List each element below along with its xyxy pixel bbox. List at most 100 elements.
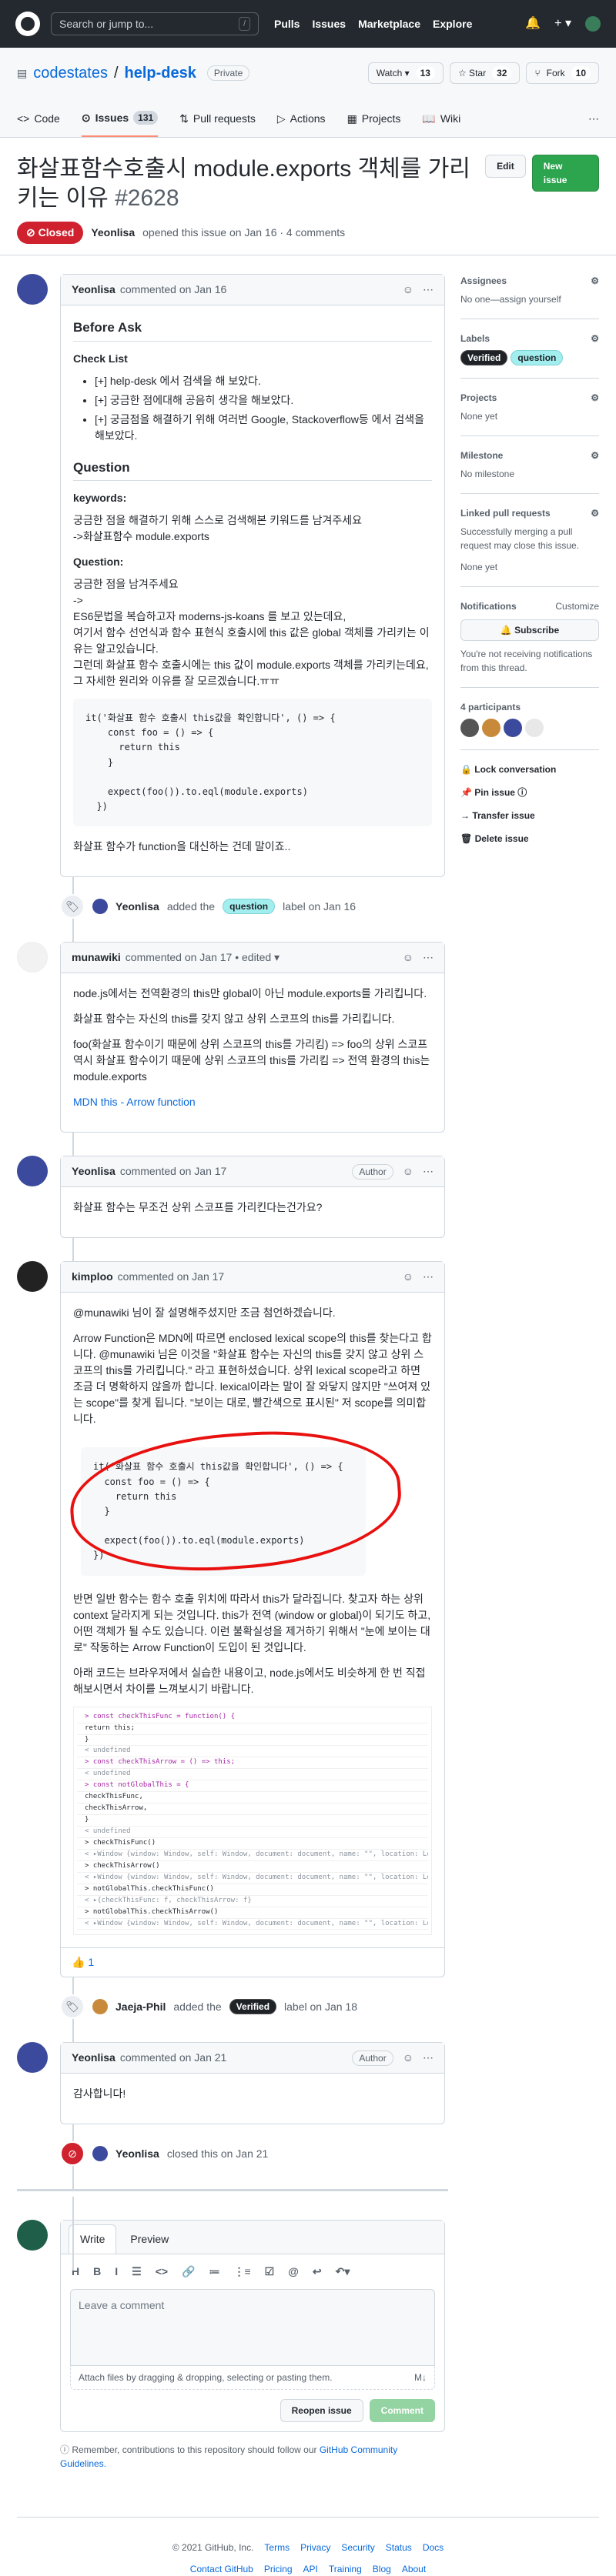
gear-icon[interactable]: ⚙ [591, 274, 599, 288]
tab-pull-requests[interactable]: ⇅ Pull requests [179, 100, 256, 137]
comment-textarea[interactable]: Leave a comment [70, 2289, 435, 2367]
event-actor[interactable]: Jaeja-Phil [116, 1999, 166, 2015]
ordered-list-icon[interactable]: ⋮≡ [234, 2264, 251, 2280]
nav-pulls[interactable]: Pulls [274, 16, 300, 32]
add-reaction-icon[interactable]: ☺ [403, 282, 413, 298]
fork-button[interactable]: ⑂ Fork 10 [526, 62, 599, 84]
kebab-menu-icon[interactable]: ⋯ [423, 949, 434, 966]
footer-link-training[interactable]: Training [329, 2562, 362, 2576]
tab-projects[interactable]: ▦ Projects [347, 100, 401, 137]
code-icon[interactable]: <> [156, 2264, 168, 2280]
comment-author[interactable]: Yeonlisa [72, 282, 116, 298]
delete-issue-button[interactable]: 🗑 Delete issue [460, 832, 599, 846]
avatar[interactable] [92, 1999, 108, 2015]
gear-icon[interactable]: ⚙ [591, 506, 599, 520]
attach-files-area[interactable]: Attach files by dragging & dropping, sel… [70, 2366, 435, 2391]
label-question[interactable]: question [511, 350, 564, 365]
footer-link-terms[interactable]: Terms [264, 2541, 290, 2554]
watch-button[interactable]: Watch ▾ 13 [367, 62, 444, 84]
avatar[interactable] [525, 719, 544, 737]
avatar[interactable] [17, 942, 48, 973]
label-verified[interactable]: Verified [460, 350, 508, 365]
sidebar-heading[interactable]: Labels [460, 332, 490, 345]
tab-code[interactable]: <> Code [17, 100, 60, 137]
fork-count[interactable]: 10 [571, 66, 591, 80]
thumbs-up-reaction[interactable]: 👍 1 [61, 1947, 444, 1977]
comment-author[interactable]: munawiki [72, 949, 121, 966]
nav-issues[interactable]: Issues [312, 16, 346, 32]
avatar[interactable] [17, 2220, 48, 2251]
github-logo-icon[interactable] [15, 12, 40, 36]
mdn-link[interactable]: MDN this - Arrow function [73, 1094, 432, 1110]
footer-link-security[interactable]: Security [341, 2541, 374, 2554]
transfer-issue-button[interactable]: → Transfer issue [460, 809, 599, 823]
comment-timestamp[interactable]: commented on Jan 17 [118, 1269, 225, 1285]
sidebar-heading[interactable]: Projects [460, 391, 497, 405]
nav-marketplace[interactable]: Marketplace [358, 16, 420, 32]
label-verified[interactable]: Verified [229, 1999, 277, 2015]
footer-link-api[interactable]: API [303, 2562, 318, 2576]
gear-icon[interactable]: ⚙ [591, 391, 599, 405]
avatar[interactable] [17, 274, 48, 305]
italic-icon[interactable]: I [115, 2264, 118, 2280]
footer-link-blog[interactable]: Blog [373, 2562, 391, 2576]
add-reaction-icon[interactable]: ☺ [403, 949, 413, 966]
avatar[interactable] [482, 719, 500, 737]
comment-timestamp[interactable]: commented on Jan 16 [120, 282, 227, 298]
tab-issues[interactable]: ⊙ Issues 131 [81, 100, 159, 137]
mention-icon[interactable]: @ [288, 2264, 299, 2280]
user-avatar[interactable] [585, 16, 601, 32]
tab-write[interactable]: Write [69, 2224, 117, 2254]
tab-actions[interactable]: ▷ Actions [277, 100, 326, 137]
repo-name-link[interactable]: help-desk [125, 62, 196, 85]
kebab-menu-icon[interactable]: ⋯ [423, 1163, 434, 1180]
sidebar-heading[interactable]: Assignees [460, 274, 507, 288]
comment-timestamp[interactable]: commented on Jan 17 [120, 1163, 227, 1180]
add-reaction-icon[interactable]: ☺ [403, 2050, 413, 2066]
avatar[interactable] [17, 1261, 48, 1293]
unordered-list-icon[interactable]: ≔ [209, 2264, 220, 2280]
comment-author[interactable]: Yeonlisa [72, 1163, 116, 1180]
kebab-menu-icon[interactable]: ⋯ [423, 2050, 434, 2066]
customize-link[interactable]: Customize [555, 599, 599, 613]
subscribe-button[interactable]: 🔔 Subscribe [460, 619, 599, 641]
avatar[interactable] [504, 719, 522, 737]
saved-replies-icon[interactable]: ↶▾ [336, 2264, 350, 2280]
avatar[interactable] [92, 899, 108, 915]
notifications-bell-icon[interactable]: 🔔 [525, 15, 541, 33]
kebab-menu-icon[interactable]: ⋯ [423, 282, 434, 298]
gear-icon[interactable]: ⚙ [591, 332, 599, 345]
more-tabs-icon[interactable]: ⋯ [588, 100, 599, 137]
bold-icon[interactable]: B [93, 2264, 101, 2280]
create-new-menu[interactable]: + ▾ [554, 15, 571, 33]
nav-explore[interactable]: Explore [433, 16, 472, 32]
footer-link-pricing[interactable]: Pricing [264, 2562, 293, 2576]
avatar[interactable] [92, 2146, 108, 2162]
footer-link-docs[interactable]: Docs [423, 2541, 444, 2554]
event-actor[interactable]: Yeonlisa [116, 899, 159, 915]
tab-wiki[interactable]: 📖 Wiki [422, 100, 460, 137]
comment-author[interactable]: kimploo [72, 1269, 113, 1285]
star-button[interactable]: ☆ Star 32 [449, 62, 521, 84]
avatar[interactable] [17, 2042, 48, 2074]
comment-timestamp[interactable]: commented on Jan 21 [120, 2050, 227, 2066]
add-reaction-icon[interactable]: ☺ [403, 1163, 413, 1180]
footer-link-privacy[interactable]: Privacy [300, 2541, 330, 2554]
cross-reference-icon[interactable]: ↩ [313, 2264, 322, 2280]
search-input[interactable]: Search or jump to... / [51, 12, 259, 35]
comment-author[interactable]: Yeonlisa [72, 2050, 116, 2066]
new-issue-button[interactable]: New issue [531, 155, 599, 192]
heading-icon[interactable]: H [72, 2264, 79, 2280]
footer-link-status[interactable]: Status [386, 2541, 412, 2554]
reopen-issue-button[interactable]: Reopen issue [280, 2399, 363, 2423]
sidebar-heading[interactable]: Linked pull requests [460, 506, 551, 520]
assignees-value[interactable]: No one—assign yourself [460, 292, 599, 306]
add-reaction-icon[interactable]: ☺ [403, 1269, 413, 1285]
edit-title-button[interactable]: Edit [485, 155, 526, 178]
avatar[interactable] [17, 1156, 48, 1187]
lock-conversation-button[interactable]: 🔒 Lock conversation [460, 762, 599, 776]
repo-owner-link[interactable]: codestates [33, 62, 108, 85]
kebab-menu-icon[interactable]: ⋯ [423, 1269, 434, 1285]
tab-preview[interactable]: Preview [119, 2225, 179, 2254]
footer-link-contact[interactable]: Contact GitHub [190, 2562, 253, 2576]
